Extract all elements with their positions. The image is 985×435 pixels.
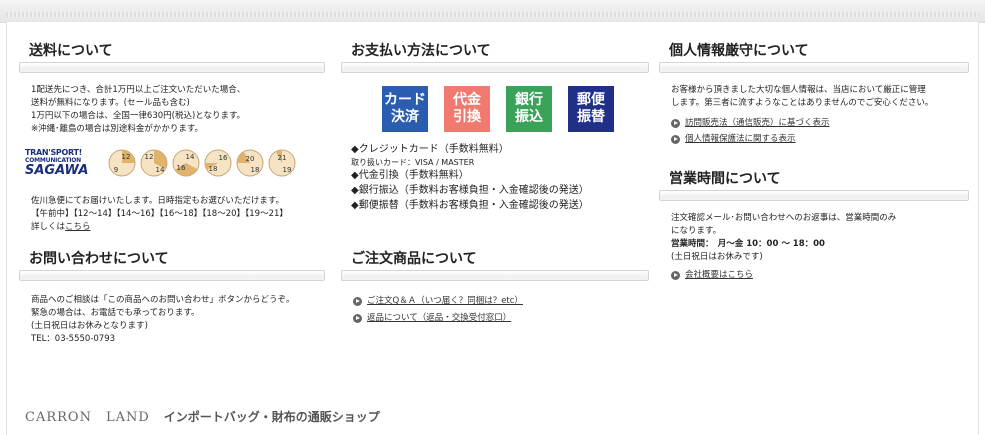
footer: CARRON LAND インポートバッグ・財布の通販ショップ [25, 406, 380, 425]
returns-link[interactable]: 返品について（返品・交換受付窓口） [367, 311, 511, 325]
shipping-line: 1配送先につき、合計1万円以上ご注文いただいた場合、 [31, 85, 246, 95]
shipping-line: ※沖縄･離島の場合は別途料金がかかります。 [31, 124, 204, 134]
clock-label: 16 [219, 154, 228, 162]
privacy-links: 訪問販売法（通信販売）に基づく表示 個人情報保護法に関する表示 [671, 116, 971, 146]
cod-line: ◆代金引換（手数料無料） [351, 170, 469, 181]
hours-value: ： 月～金 10：00 ～ 18：00 [705, 239, 825, 249]
inquiry-line: 緊急の場合は、お電話でも承っております。 [31, 308, 200, 318]
card-payment-button[interactable]: カード 決済 [382, 86, 428, 132]
orders-title: ご注文商品について [351, 251, 477, 267]
clock-label: 14 [156, 166, 165, 174]
delivery-slots: 【午前中】【12～14】【14～16】【16～18】【18～20】【19～21】 [31, 209, 288, 219]
sagawa-logo: TRAN'SPORT! COMMUNICATION SAGAWA [25, 148, 89, 178]
order-qa-link[interactable]: ご注文Q＆Ａ（いつ届く？同梱は？etc） [367, 294, 523, 308]
privacy-line: お客様から頂きました大切な個人情報は、当店において厳正に管理 [671, 85, 926, 95]
clock-icon: 20 18 [236, 149, 264, 177]
delivery-text: 佐川急便にてお届けいたします。日時指定もお選びいただけます。 【午前中】【12～… [17, 195, 333, 234]
footer-tagline: インポートバッグ・財布の通販ショップ [163, 410, 380, 424]
clock-label: 19 [283, 166, 292, 174]
delivery-times: TRAN'SPORT! COMMUNICATION SAGAWA 12 9 12… [25, 148, 299, 178]
sales-law-link[interactable]: 訪問販売法（通信販売）に基づく表示 [685, 116, 830, 130]
arrow-circle-icon [671, 118, 680, 128]
privacy-link-row: 訪問販売法（通信販売）に基づく表示 [671, 116, 971, 130]
clock-icon: 14 16 [172, 149, 200, 177]
clock-label: 16 [177, 164, 186, 172]
clock-label: 14 [186, 153, 195, 161]
clock-icon: 21 19 [268, 149, 296, 177]
clock-label: 12 [145, 153, 154, 161]
privacy-link-row: 個人情報保護法に関する表示 [671, 132, 971, 146]
inquiry-line: 商品へのご相談は「この商品へのお問い合わせ」ボタンからどうぞ。 [31, 295, 295, 305]
orders-links: ご注文Q＆Ａ（いつ届く？同梱は？etc） 返品について（返品・交換受付窓口） [353, 294, 649, 325]
footer-brand: CARRON LAND [25, 410, 150, 425]
company-link[interactable]: 会社概要はこちら [685, 268, 753, 282]
clock-icon: 12 9 [108, 149, 136, 177]
clock-label: 18 [251, 166, 260, 174]
card-sub: 取り扱いカード：VISA / MASTER [351, 158, 475, 167]
clock-label: 12 [122, 153, 131, 161]
payment-details: ◆クレジットカード（手数料無料） 取り扱いカード：VISA / MASTER ◆… [351, 142, 651, 213]
shipping-title-bar [19, 62, 325, 73]
payment-title: お支払い方法について [351, 43, 491, 59]
payment-title-bar [341, 62, 649, 73]
arrow-circle-icon [671, 270, 680, 280]
hours-title-bar [659, 190, 969, 201]
card-line: ◆クレジットカード（手数料無料） [351, 144, 509, 155]
clock-icon: 12 14 [140, 149, 168, 177]
shipping-detail-link[interactable]: こちら [65, 222, 91, 232]
clock-label: 18 [209, 165, 218, 173]
orders-link-row: 返品について（返品・交換受付窓口） [353, 311, 649, 325]
shipping-text: 1配送先につき、合計1万円以上ご注文いただいた場合、 送料が無料になります。(セ… [17, 84, 327, 136]
arrow-circle-icon [353, 296, 362, 306]
privacy-line: します。第三者に流すようなことはありませんのでご安心ください。 [671, 98, 934, 108]
clock-label: 9 [114, 166, 118, 174]
clock-icon: 16 18 [204, 149, 232, 177]
company-link-row: 会社概要はこちら [671, 268, 971, 282]
privacy-text: お客様から頂きました大切な個人情報は、当店において厳正に管理 します。第三者に流… [657, 84, 971, 110]
postal-line: ◆郵便振替（手数料お客様負担・入金確認後の発送） [351, 200, 589, 211]
hours-row: 営業時間： 月～金 10：00 ～ 18：00 [657, 238, 971, 251]
arrow-circle-icon [353, 313, 362, 323]
orders-link-row: ご注文Q＆Ａ（いつ届く？同梱は？etc） [353, 294, 649, 308]
payment-methods: カード 決済 代金 引換 銀行 振込 郵便 振替 [382, 86, 614, 132]
shipping-line: 1万円以下の場合は、全国一律630円(税込)となります。 [31, 111, 246, 121]
inquiry-title-bar [19, 270, 325, 281]
inquiry-title: お問い合わせについて [29, 251, 169, 267]
detail-line: 詳しくはこちら [31, 222, 91, 232]
clock-label: 20 [246, 155, 255, 163]
bank-payment-button[interactable]: 銀行 振込 [506, 86, 552, 132]
top-border [0, 0, 985, 23]
privacy-law-link[interactable]: 個人情報保護法に関する表示 [685, 132, 796, 146]
shipping-title: 送料について [29, 43, 113, 59]
privacy-title-bar [659, 62, 969, 73]
shipping-line: 送料が無料になります。(セール品も含む) [31, 98, 190, 108]
hours-text: 注文確認メール･お問い合わせへのお返事は、営業時間のみ になります。 営業時間：… [657, 212, 971, 264]
content-frame: 送料について 1配送先につき、合計1万円以上ご注文いただいた場合、 送料が無料に… [6, 22, 979, 435]
arrow-circle-icon [671, 134, 680, 144]
privacy-title: 個人情報厳守について [669, 43, 809, 59]
hours-label: 営業時間 [671, 239, 706, 249]
inquiry-line: (土日祝日はお休みとなります) [31, 321, 148, 331]
delivery-line: 佐川急便にてお届けいたします。日時指定もお選びいただけます。 [31, 196, 285, 206]
cod-payment-button[interactable]: 代金 引換 [444, 86, 490, 132]
hours-title: 営業時間について [669, 171, 781, 187]
hours-closed: (土日祝日はお休みです) [671, 252, 763, 262]
inquiry-text: 商品へのご相談は「この商品へのお問い合わせ」ボタンからどうぞ。 緊急の場合は、お… [17, 294, 333, 346]
phone-number: TEL：03-5550-0793 [31, 334, 116, 344]
hours-line: になります。 [671, 226, 722, 236]
hours-line: 注文確認メール･お問い合わせへのお返事は、営業時間のみ [671, 213, 897, 223]
clock-label: 21 [278, 154, 287, 162]
bank-line: ◆銀行振込（手数料お客様負担・入金確認後の発送） [351, 185, 589, 196]
postal-payment-button[interactable]: 郵便 振替 [568, 86, 614, 132]
orders-title-bar [341, 270, 649, 281]
